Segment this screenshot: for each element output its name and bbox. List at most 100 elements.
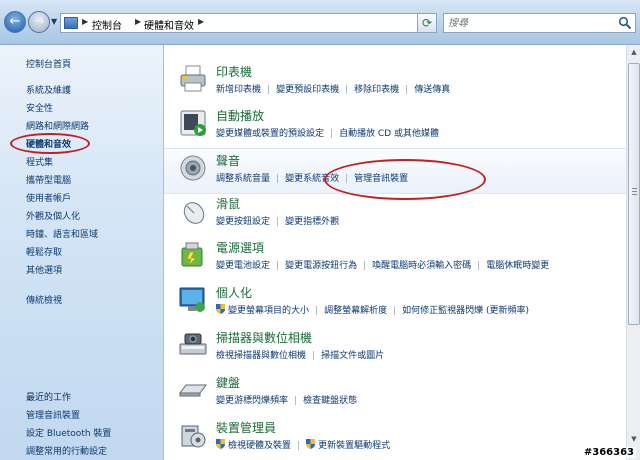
link-pointer-appearance[interactable]: 變更指標外觀 bbox=[285, 217, 339, 227]
category-device-manager: 裝置管理員 檢視硬體及裝置 | 更新裝置驅動程式 bbox=[164, 416, 626, 460]
sidebar: 控制台首頁 系統及維護 安全性 網路和網際網路 硬體和音效 程式集 攜帶型電腦 … bbox=[0, 45, 164, 460]
forward-button[interactable]: → bbox=[28, 11, 50, 33]
address-toolbar: ← → ▼ ▶ 控制台 ▶ 硬體和音效 ▶ ▼ ⟳ bbox=[0, 0, 640, 45]
category-title-personalization[interactable]: 個人化 bbox=[216, 284, 252, 301]
link-scan-document[interactable]: 掃描文件或圖片 bbox=[321, 351, 384, 361]
link-sleep-settings[interactable]: 電腦休眠時變更 bbox=[486, 261, 549, 271]
breadcrumb-separator-icon[interactable]: ▶ bbox=[82, 17, 88, 26]
category-title-sound[interactable]: 聲音 bbox=[216, 152, 240, 169]
sidebar-item-network[interactable]: 網路和網際網路 bbox=[26, 119, 89, 132]
history-dropdown-icon[interactable]: ▼ bbox=[51, 17, 57, 26]
link-adjust-resolution[interactable]: 調整螢幕解析度 bbox=[324, 306, 387, 316]
sidebar-item-control-panel-home[interactable]: 控制台首頁 bbox=[26, 57, 71, 70]
category-mouse: 滑鼠 變更按鈕設定 | 變更指標外觀 bbox=[164, 192, 626, 236]
power-options-icon[interactable] bbox=[178, 240, 208, 270]
sidebar-item-other-options[interactable]: 其他選項 bbox=[26, 263, 62, 276]
category-title-scanners-cameras[interactable]: 掃描器與數位相機 bbox=[216, 329, 312, 346]
category-links-mouse: 變更按鈕設定 | 變更指標外觀 bbox=[216, 217, 340, 227]
category-title-power-options[interactable]: 電源選項 bbox=[216, 239, 264, 256]
category-title-autoplay[interactable]: 自動播放 bbox=[216, 107, 264, 124]
vertical-scrollbar[interactable]: ▲ ▼ bbox=[626, 45, 640, 460]
speaker-icon[interactable] bbox=[178, 153, 208, 183]
category-power-options: 電源選項 變更電池設定 | 變更電源按鈕行為 | 喚醒電腦時必須輸入密碼 | 電腦休眠時變更 bbox=[164, 236, 626, 280]
personalization-icon[interactable] bbox=[178, 285, 208, 315]
recent-task-mobility[interactable]: 調整常用的行動設定 bbox=[26, 444, 107, 457]
category-sound: 聲音 調整系統音量 | 變更系統音效 | 管理音訊裝置 bbox=[164, 148, 626, 194]
category-links-personalization: 變更螢幕項目的大小 | 調整螢幕解析度 | 如何修正監視器閃爍 (更新頻率) bbox=[216, 303, 529, 316]
back-button[interactable]: ← bbox=[4, 11, 26, 33]
link-change-item-size[interactable]: 變更螢幕項目的大小 bbox=[228, 306, 309, 316]
link-update-drivers[interactable]: 更新裝置驅動程式 bbox=[318, 441, 390, 451]
category-title-device-manager[interactable]: 裝置管理員 bbox=[216, 419, 276, 436]
scroll-grip bbox=[632, 191, 637, 192]
link-power-buttons[interactable]: 變更電源按鈕行為 bbox=[285, 261, 357, 271]
sidebar-item-user-accounts[interactable]: 使用者帳戶 bbox=[26, 191, 71, 204]
classic-view-link[interactable]: 傳統檢視 bbox=[26, 293, 62, 306]
search-box[interactable] bbox=[443, 13, 636, 33]
printer-icon[interactable] bbox=[178, 64, 208, 94]
refresh-button[interactable]: ⟳ bbox=[417, 13, 437, 33]
watermark: #366363 bbox=[581, 447, 636, 458]
link-add-printer[interactable]: 新增印表機 bbox=[216, 85, 261, 95]
device-manager-icon[interactable] bbox=[178, 420, 208, 450]
category-scanners-cameras: 掃描器與數位相機 檢視掃描器與數位相機 | 掃描文件或圖片 bbox=[164, 326, 626, 370]
search-icon[interactable] bbox=[618, 16, 632, 30]
scroll-grip bbox=[632, 194, 637, 195]
sidebar-item-programs[interactable]: 程式集 bbox=[26, 155, 53, 168]
breadcrumb-separator-icon[interactable]: ▶ bbox=[198, 17, 204, 26]
link-change-default-printer[interactable]: 變更預設印表機 bbox=[276, 85, 339, 95]
scroll-grip bbox=[632, 188, 637, 189]
sidebar-item-security[interactable]: 安全性 bbox=[26, 101, 53, 114]
category-links-device-manager: 檢視硬體及裝置 | 更新裝置驅動程式 bbox=[216, 438, 390, 451]
link-change-media-defaults[interactable]: 變更媒體或裝置的預設設定 bbox=[216, 129, 324, 139]
uac-shield-icon bbox=[216, 439, 225, 449]
link-check-keyboard-status[interactable]: 檢查鍵盤狀態 bbox=[303, 396, 357, 406]
scroll-up-icon[interactable]: ▲ bbox=[628, 46, 640, 59]
autoplay-icon[interactable] bbox=[178, 108, 208, 138]
link-remove-printer[interactable]: 移除印表機 bbox=[354, 85, 399, 95]
category-title-printers[interactable]: 印表機 bbox=[216, 63, 252, 80]
recent-task-manage-audio[interactable]: 管理音訊裝置 bbox=[26, 408, 80, 421]
category-printers: 印表機 新增印表機 | 變更預設印表機 | 移除印表機 | 傳送傳真 bbox=[164, 60, 626, 104]
category-title-mouse[interactable]: 滑鼠 bbox=[216, 195, 240, 212]
sidebar-item-hardware-sound[interactable]: 硬體和音效 bbox=[26, 137, 71, 150]
category-links-printers: 新增印表機 | 變更預設印表機 | 移除印表機 | 傳送傳真 bbox=[216, 85, 451, 95]
link-fix-monitor-flicker[interactable]: 如何修正監視器閃爍 (更新頻率) bbox=[402, 306, 529, 316]
category-autoplay: 自動播放 變更媒體或裝置的預設設定 | 自動播放 CD 或其他媒體 bbox=[164, 104, 626, 148]
scanner-camera-icon[interactable] bbox=[178, 330, 208, 360]
link-manage-audio-devices[interactable]: 管理音訊裝置 bbox=[354, 174, 408, 184]
breadcrumb-hardware-sound[interactable]: 硬體和音效 bbox=[144, 17, 194, 32]
link-button-settings[interactable]: 變更按鈕設定 bbox=[216, 217, 270, 227]
scroll-down-icon[interactable]: ▼ bbox=[628, 433, 640, 446]
link-send-fax[interactable]: 傳送傳真 bbox=[414, 85, 450, 95]
mouse-icon[interactable] bbox=[178, 196, 208, 226]
link-adjust-volume[interactable]: 調整系統音量 bbox=[216, 174, 270, 184]
main-content: 印表機 新增印表機 | 變更預設印表機 | 移除印表機 | 傳送傳真 自動播放 變更媒體或裝… bbox=[164, 45, 626, 460]
recent-task-bluetooth[interactable]: 設定 Bluetooth 裝置 bbox=[26, 426, 111, 439]
link-password-on-wakeup[interactable]: 喚醒電腦時必須輸入密碼 bbox=[372, 261, 471, 271]
link-view-hardware-devices[interactable]: 檢視硬體及裝置 bbox=[228, 441, 291, 451]
category-keyboard: 鍵盤 變更游標閃爍頻率 | 檢查鍵盤狀態 bbox=[164, 371, 626, 415]
category-title-keyboard[interactable]: 鍵盤 bbox=[216, 374, 240, 391]
recent-tasks-heading: 最近的工作 bbox=[26, 393, 72, 403]
link-view-scanners-cameras[interactable]: 檢視掃描器與數位相機 bbox=[216, 351, 306, 361]
link-autoplay-cd[interactable]: 自動播放 CD 或其他媒體 bbox=[339, 129, 439, 139]
keyboard-icon[interactable] bbox=[178, 375, 208, 405]
sidebar-item-ease-of-access[interactable]: 輕鬆存取 bbox=[26, 245, 62, 258]
address-bar[interactable]: ▶ 控制台 ▶ 硬體和音效 ▶ ▼ bbox=[60, 13, 434, 33]
link-battery-settings[interactable]: 變更電池設定 bbox=[216, 261, 270, 271]
sidebar-item-system-maintenance[interactable]: 系統及維護 bbox=[26, 83, 71, 96]
sidebar-item-clock-language[interactable]: 時鐘、語言和區域 bbox=[26, 227, 98, 240]
breadcrumb-control-panel[interactable]: 控制台 bbox=[92, 17, 122, 32]
search-input[interactable] bbox=[446, 15, 615, 32]
sidebar-item-mobile-pc[interactable]: 攜帶型電腦 bbox=[26, 173, 71, 186]
category-links-autoplay: 變更媒體或裝置的預設設定 | 自動播放 CD 或其他媒體 bbox=[216, 129, 439, 139]
category-links-sound: 調整系統音量 | 變更系統音效 | 管理音訊裝置 bbox=[216, 174, 409, 184]
sidebar-item-appearance[interactable]: 外觀及個人化 bbox=[26, 209, 80, 222]
link-cursor-blink-rate[interactable]: 變更游標閃爍頻率 bbox=[216, 396, 288, 406]
breadcrumb-separator-icon[interactable]: ▶ bbox=[135, 17, 141, 26]
scroll-thumb[interactable] bbox=[628, 63, 640, 325]
category-links-power-options: 變更電池設定 | 變更電源按鈕行為 | 喚醒電腦時必須輸入密碼 | 電腦休眠時變更 bbox=[216, 261, 550, 271]
control-panel-icon bbox=[64, 17, 78, 29]
link-change-sounds[interactable]: 變更系統音效 bbox=[285, 174, 339, 184]
